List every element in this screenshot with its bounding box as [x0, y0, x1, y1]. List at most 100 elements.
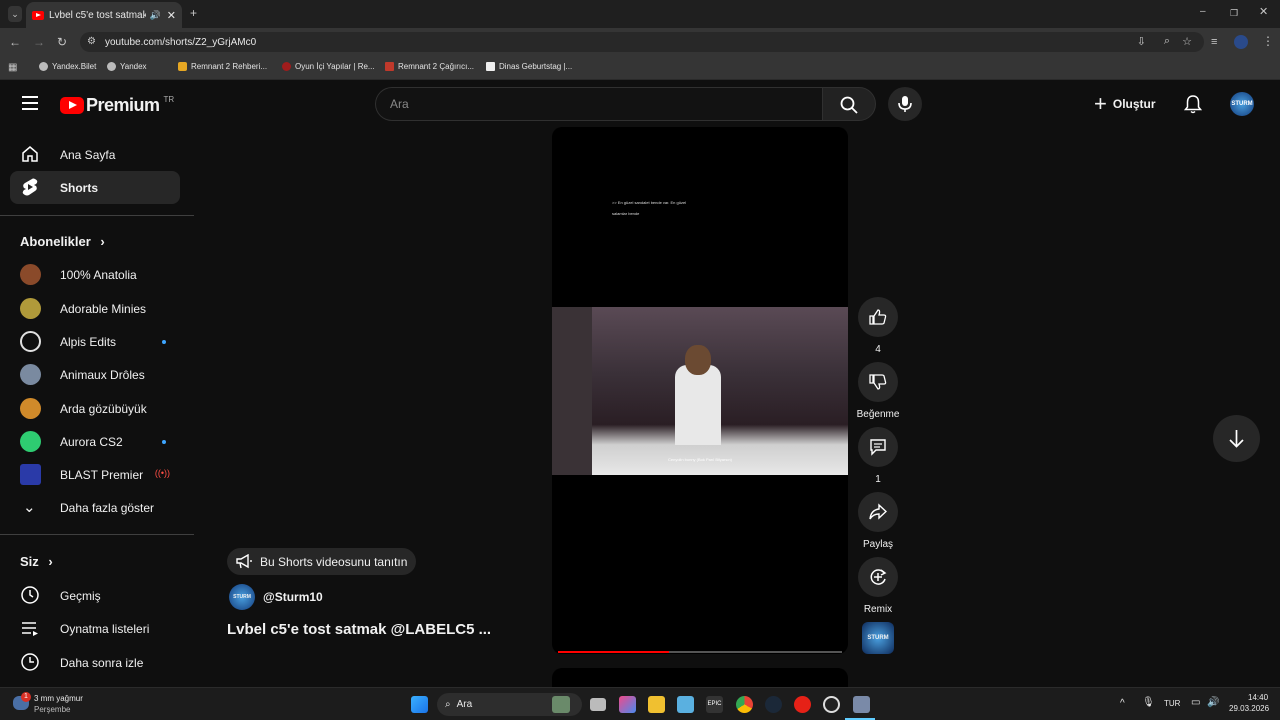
- camera-app-icon[interactable]: [853, 696, 870, 713]
- thumbs-down-icon: [869, 374, 887, 390]
- restore-icon[interactable]: ❐: [1230, 7, 1238, 19]
- history-icon: [20, 585, 40, 608]
- channel-avatar: [20, 364, 41, 385]
- account-avatar[interactable]: STURM: [1230, 92, 1254, 116]
- taskbar-search[interactable]: ⌕ Ara: [437, 693, 582, 716]
- epic-games-icon[interactable]: EPIC: [706, 696, 723, 713]
- progress-track[interactable]: [558, 651, 842, 653]
- shorts-icon: [20, 178, 40, 198]
- bookmark-item[interactable]: Yandex: [107, 62, 147, 71]
- steam-icon[interactable]: [765, 696, 782, 713]
- comments-button[interactable]: [858, 427, 898, 467]
- profile-avatar[interactable]: [1234, 35, 1248, 49]
- copilot-icon[interactable]: [619, 696, 636, 713]
- shorts-player[interactable]: >> En güzel sandalet bende var. En güzel…: [552, 127, 848, 654]
- channel-avatar[interactable]: STURM: [229, 584, 255, 610]
- you-header[interactable]: Siz ›: [20, 554, 53, 569]
- minimize-icon[interactable]: –: [1200, 6, 1206, 18]
- apps-grid-icon[interactable]: ▦: [8, 62, 17, 74]
- bookmark-star-icon[interactable]: ☆: [1182, 35, 1192, 48]
- search-button[interactable]: [822, 87, 876, 121]
- clock-date[interactable]: 29.03.2026: [1229, 704, 1269, 713]
- sidebar-item-shorts[interactable]: Shorts: [10, 171, 180, 204]
- share-button[interactable]: [858, 492, 898, 532]
- youtube-music-icon[interactable]: [794, 696, 811, 713]
- file-explorer-icon[interactable]: [648, 696, 665, 713]
- search-input[interactable]: Ara: [375, 87, 822, 121]
- subscription-item[interactable]: Alpis Edits: [10, 325, 180, 358]
- search-icon: [840, 96, 858, 114]
- sound-thumbnail[interactable]: STURM: [862, 622, 894, 654]
- bookmark-item[interactable]: Remnant 2 Rehberi...: [178, 62, 267, 71]
- remix-action[interactable]: Remix: [858, 557, 898, 615]
- share-icon: [869, 503, 887, 520]
- network-icon[interactable]: ▭: [1191, 697, 1200, 708]
- like-action[interactable]: 4: [858, 297, 898, 355]
- voice-search-button[interactable]: [888, 87, 922, 121]
- sidebar-item-home[interactable]: Ana Sayfa: [10, 138, 180, 171]
- bookmark-item[interactable]: Remnant 2 Çağırıcı...: [385, 62, 474, 71]
- search-highlight-icon: [552, 696, 570, 713]
- volume-icon[interactable]: 🔊: [1207, 697, 1219, 708]
- comments-action[interactable]: 1: [858, 427, 898, 485]
- language-indicator[interactable]: TUR: [1164, 699, 1180, 708]
- address-bar[interactable]: ⚙ youtube.com/shorts/Z2_yGrjAMc0 ⇩ ⌕ ☆: [80, 32, 1204, 52]
- speaker-icon[interactable]: 🔊: [150, 10, 161, 21]
- subscription-item[interactable]: BLAST Premier ((•)): [10, 458, 180, 491]
- subscription-item[interactable]: Arda gözübüyük: [10, 392, 180, 425]
- promote-short-button[interactable]: Bu Shorts videosunu tanıtın: [227, 548, 416, 575]
- subscription-item[interactable]: Adorable Minies: [10, 292, 180, 325]
- clock-time[interactable]: 14:40: [1248, 693, 1268, 702]
- next-short-button[interactable]: [1213, 415, 1260, 462]
- chrome-icon[interactable]: [736, 696, 753, 713]
- bookmark-item[interactable]: Oyun İçi Yapılar | Re...: [282, 62, 375, 71]
- close-window-icon[interactable]: ✕: [1259, 6, 1268, 18]
- new-content-dot: [162, 340, 166, 344]
- back-icon[interactable]: ←: [9, 36, 21, 48]
- subscription-item[interactable]: Animaux Drôles: [10, 358, 180, 391]
- sidebar-item-watch-later[interactable]: Daha sonra izle: [10, 646, 180, 679]
- reading-list-icon[interactable]: ≡: [1211, 36, 1217, 48]
- like-count: 4: [875, 344, 881, 355]
- store-icon[interactable]: [677, 696, 694, 713]
- install-app-icon[interactable]: ⇩: [1137, 35, 1146, 48]
- comment-icon: [870, 439, 886, 456]
- dislike-action[interactable]: Beğenme: [857, 362, 899, 420]
- channel-handle[interactable]: @Sturm10: [263, 590, 323, 604]
- subscription-item[interactable]: Aurora CS2: [10, 425, 180, 458]
- weather-text[interactable]: 3 mm yağmur: [34, 694, 83, 703]
- channel-avatar: [20, 398, 41, 419]
- site-info-icon[interactable]: ⚙: [87, 36, 96, 47]
- bookmark-item[interactable]: Dinas Geburtstag |...: [486, 62, 572, 71]
- start-icon[interactable]: [411, 696, 428, 713]
- tray-overflow-icon[interactable]: ^: [1120, 698, 1125, 709]
- new-tab-icon[interactable]: +: [190, 7, 197, 19]
- app-icon[interactable]: [823, 696, 840, 713]
- chevron-right-icon: ›: [100, 234, 105, 249]
- zoom-icon[interactable]: ⌕: [1164, 35, 1170, 48]
- active-tab[interactable]: Lvbel c5'e tost satmak @LA 🔊 ✕: [26, 2, 182, 28]
- sidebar-item-playlists[interactable]: Oynatma listeleri: [10, 612, 180, 645]
- like-button[interactable]: [858, 297, 898, 337]
- close-tab-icon[interactable]: ✕: [167, 9, 176, 22]
- subscriptions-header[interactable]: Abonelikler ›: [20, 234, 105, 249]
- short-title[interactable]: Lvbel c5'e tost satmak @LABELC5 ...: [227, 621, 491, 638]
- task-view-icon[interactable]: [590, 698, 606, 711]
- remix-button[interactable]: [858, 557, 898, 597]
- subscription-item[interactable]: 100% Anatolia: [10, 258, 180, 291]
- forward-icon[interactable]: →: [33, 36, 45, 48]
- remix-label: Remix: [863, 604, 893, 615]
- show-more-button[interactable]: ⌄ Daha fazla göster: [10, 491, 180, 524]
- share-action[interactable]: Paylaş: [858, 492, 898, 550]
- bookmark-item[interactable]: Yandex.Bilet: [39, 62, 96, 71]
- reload-icon[interactable]: ↻: [57, 36, 67, 48]
- sidebar-item-history[interactable]: Geçmiş: [10, 579, 180, 612]
- next-short-preview[interactable]: [552, 668, 848, 687]
- create-button[interactable]: + Oluştur: [1094, 93, 1156, 115]
- dislike-button[interactable]: [858, 362, 898, 402]
- microphone-tray-icon[interactable]: 🎙: [1142, 697, 1155, 708]
- tab-search-icon[interactable]: ⌄: [8, 6, 22, 22]
- browser-menu-icon[interactable]: ⋮: [1262, 35, 1274, 47]
- bookmark-favicon-icon: [385, 62, 394, 71]
- notifications-bell-icon[interactable]: [1184, 95, 1202, 114]
